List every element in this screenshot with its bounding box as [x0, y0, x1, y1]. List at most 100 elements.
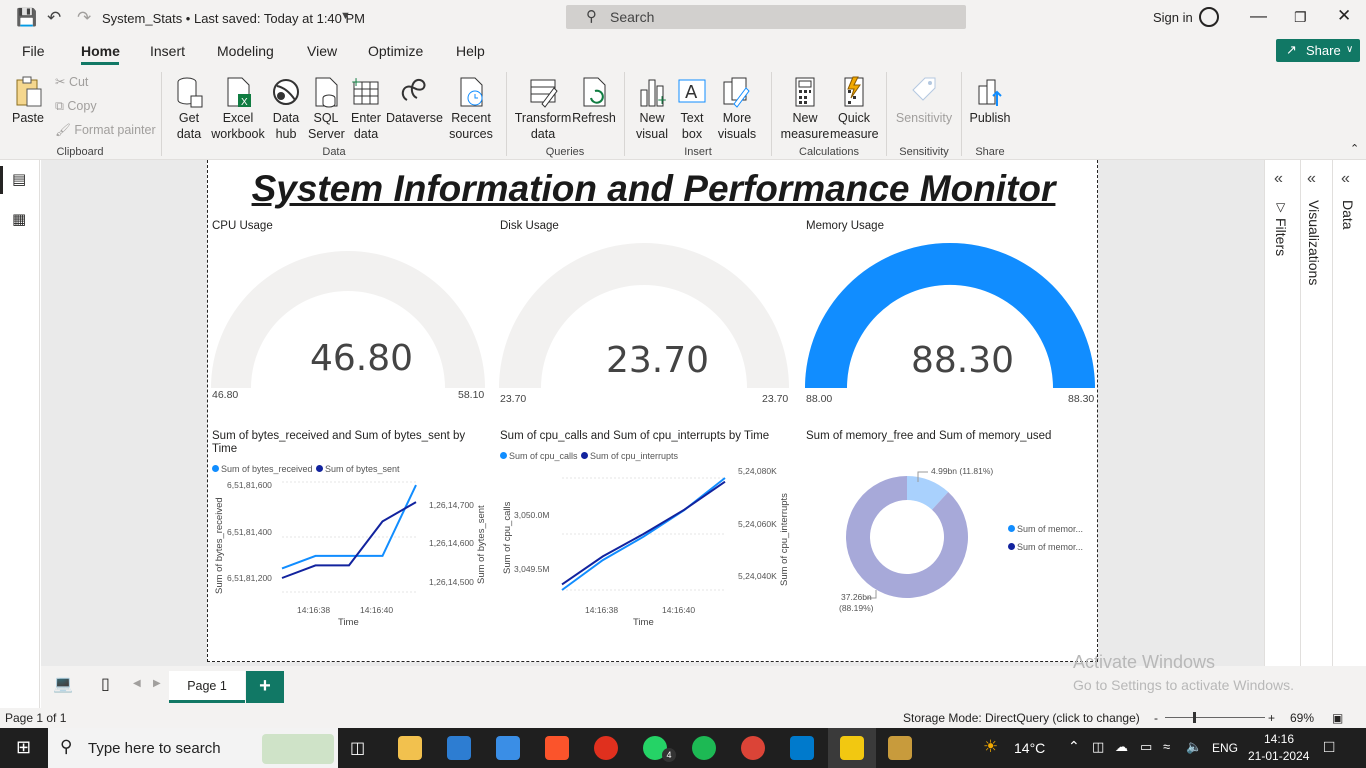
refresh-button[interactable]: Refresh [572, 76, 616, 126]
minimize-icon[interactable]: — [1250, 6, 1267, 26]
menu-home[interactable]: Home [81, 43, 120, 59]
recent-sources-button[interactable]: Recent sources [444, 76, 498, 142]
filters-pane[interactable]: « ▽ Filters [1264, 160, 1300, 666]
menu-insert[interactable]: Insert [150, 43, 185, 59]
onedrive-icon[interactable]: ☁ [1115, 739, 1128, 755]
avatar-icon[interactable] [1199, 7, 1219, 27]
legend-label: Sum of memor... [1017, 524, 1084, 534]
text-box-button[interactable]: A Text box [674, 76, 710, 142]
dataverse-button[interactable]: Dataverse [386, 76, 443, 126]
visualizations-label: Visualizations [1306, 200, 1322, 286]
menu-file[interactable]: File [22, 43, 45, 59]
language-indicator[interactable]: ENG [1212, 741, 1238, 755]
filter-icon: ▽ [1276, 200, 1286, 214]
new-measure-button[interactable]: New measure [780, 76, 830, 142]
publish-button[interactable]: Publish [968, 76, 1012, 126]
windows-start-icon[interactable]: ⊞ [16, 737, 31, 758]
battery-icon[interactable]: ▭ [1140, 739, 1152, 755]
sensitivity-button[interactable]: Sensitivity [894, 76, 954, 126]
prev-page-icon[interactable]: ◀ [133, 678, 141, 689]
collapse-icon[interactable]: « [1274, 170, 1283, 188]
donut-label-used-pct: (88.19%) [839, 603, 874, 613]
cut-button[interactable]: ✂ Cut [55, 74, 88, 89]
share-button[interactable]: ↗ Share ∨ [1276, 39, 1360, 62]
paste-button[interactable]: Paste [10, 76, 46, 126]
share-icon: ↗ [1286, 42, 1297, 57]
undo-icon[interactable]: ↶ [47, 8, 61, 28]
taskbar-search[interactable]: ⚲ Type here to search [48, 728, 338, 768]
copy-button[interactable]: ⧉ Copy [55, 99, 97, 114]
zoom-slider-track[interactable] [1165, 717, 1265, 718]
storage-mode[interactable]: Storage Mode: DirectQuery (click to chan… [903, 711, 1140, 725]
save-icon[interactable]: 💾 [16, 8, 37, 28]
more-visuals-button[interactable]: More visuals [712, 76, 762, 142]
transform-data-button[interactable]: Transform data [514, 76, 572, 142]
mobile-layout-icon[interactable]: ▯ [101, 674, 110, 694]
wps-office-icon[interactable] [594, 736, 618, 760]
new-measure-label: New measure [780, 111, 830, 141]
quick-measure-button[interactable]: Quick measure [830, 76, 879, 142]
filters-label: Filters [1273, 218, 1289, 257]
new-visual-button[interactable]: + New visual [632, 76, 672, 142]
report-view-icon[interactable]: ▤ [12, 170, 26, 188]
clock-time[interactable]: 14:16 [1264, 732, 1294, 746]
next-page-icon[interactable]: ▶ [153, 678, 161, 689]
group-label-calculations: Calculations [799, 146, 859, 158]
chevron-up-icon[interactable]: ⌃ [1068, 738, 1080, 755]
table-view-icon[interactable]: ▦ [12, 210, 26, 228]
zoom-out-icon[interactable]: - [1154, 711, 1158, 725]
chrome-icon[interactable] [741, 736, 765, 760]
redo-icon[interactable]: ↷ [77, 8, 91, 28]
task-view-icon[interactable]: ◫ [350, 738, 365, 758]
excel-workbook-button[interactable]: X Excel workbook [210, 76, 266, 142]
tray-icon[interactable]: ◫ [1092, 739, 1104, 755]
clipboard-icon [13, 76, 43, 108]
notifications-icon[interactable]: □ [1324, 737, 1334, 757]
microsoft-store-icon[interactable] [447, 736, 471, 760]
weather-temp[interactable]: 14°C [1014, 740, 1045, 756]
vscode-icon[interactable] [790, 736, 814, 760]
refresh-label: Refresh [572, 111, 616, 125]
zoom-slider-thumb[interactable] [1193, 712, 1196, 723]
enter-data-button[interactable]: + Enter data [348, 75, 384, 142]
active-view-indicator [0, 166, 3, 194]
desktop-layout-icon[interactable]: 💻 [53, 674, 73, 694]
sql-server-button[interactable]: SQL Server [308, 76, 345, 142]
ribbon-separator [771, 72, 772, 156]
menu-optimize[interactable]: Optimize [368, 43, 423, 59]
view-switcher: ▤ ▦ [0, 160, 40, 708]
svg-text:+: + [657, 93, 667, 107]
spotify-icon[interactable] [692, 736, 716, 760]
menu-modeling[interactable]: Modeling [217, 43, 274, 59]
tab-page-1[interactable]: Page 1 [169, 671, 245, 703]
close-icon[interactable]: ✕ [1337, 6, 1351, 26]
zoom-in-icon[interactable]: + [1268, 711, 1275, 725]
data-pane[interactable]: « Data [1332, 160, 1366, 666]
document-title[interactable]: System_Stats • Last saved: Today at 1:40… [102, 11, 365, 26]
chevron-down-icon[interactable]: ▼ [340, 10, 351, 22]
clock-date[interactable]: 21-01-2024 [1248, 749, 1309, 763]
menu-view[interactable]: View [307, 43, 337, 59]
collapse-icon[interactable]: « [1307, 170, 1316, 188]
visualizations-pane[interactable]: « Visualizations [1300, 160, 1332, 666]
get-data-button[interactable]: Get data [170, 76, 208, 142]
data-hub-button[interactable]: Data hub [268, 76, 304, 142]
mail-icon[interactable] [496, 736, 520, 760]
collapse-ribbon-icon[interactable]: ⌃ [1350, 142, 1359, 155]
format-painter-button[interactable]: 🖌 Format painter [55, 123, 156, 138]
add-page-button[interactable]: + [246, 671, 284, 703]
fit-to-page-icon[interactable]: ▣ [1332, 711, 1343, 725]
sign-in-link[interactable]: Sign in [1153, 10, 1193, 25]
svg-text:+: + [351, 76, 361, 89]
search-box[interactable]: ⚲ Search [566, 5, 966, 29]
file-explorer-icon[interactable] [398, 736, 422, 760]
volume-icon[interactable]: 🔈 [1186, 739, 1202, 755]
text-box-label: Text box [680, 111, 704, 141]
collapse-icon[interactable]: « [1341, 170, 1350, 188]
power-bi-icon[interactable] [840, 736, 864, 760]
wifi-icon[interactable]: ≈ [1163, 739, 1170, 754]
restore-icon[interactable]: ❐ [1294, 9, 1307, 26]
menu-help[interactable]: Help [456, 43, 485, 59]
app-icon[interactable] [888, 736, 912, 760]
brave-browser-icon[interactable] [545, 736, 569, 760]
